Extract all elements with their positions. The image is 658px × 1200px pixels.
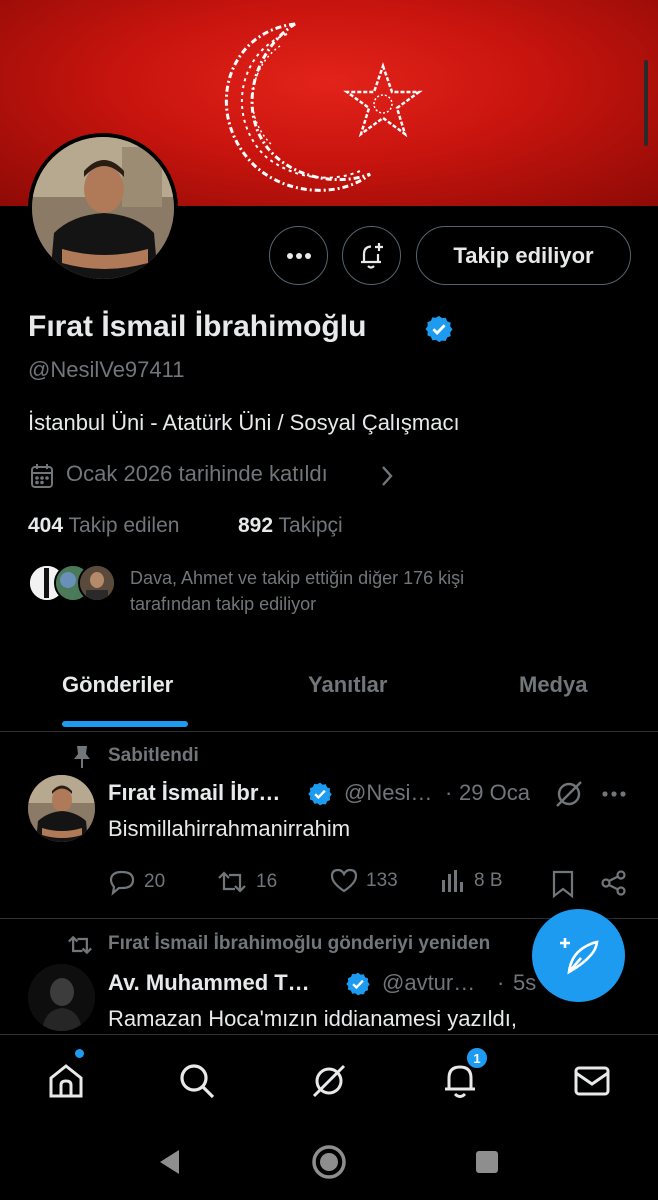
tab-replies[interactable]: Yanıtlar [308, 672, 387, 698]
nav-home[interactable] [44, 1059, 88, 1103]
notify-button[interactable] [342, 226, 401, 285]
home-unread-dot [75, 1049, 84, 1058]
post-author-handle[interactable]: @Nesi… [344, 780, 432, 806]
profile-tabs: Gönderiler Yanıtlar Medya [0, 650, 658, 732]
verified-badge-icon [346, 972, 370, 996]
scroll-indicator [644, 60, 648, 146]
post-author-avatar[interactable] [28, 964, 95, 1031]
reply-icon [109, 870, 135, 896]
more-horizontal-icon [286, 252, 311, 259]
followers-label: Takipçi [278, 514, 343, 537]
profile-bio: İstanbul Üni - Atatürk Üni / Sosyal Çalı… [28, 410, 460, 435]
more-horizontal-icon[interactable] [601, 790, 627, 798]
followers-stat[interactable]: 892 Takipçi [238, 514, 343, 538]
post-author-handle[interactable]: @avtur… [382, 970, 475, 996]
repost-icon [218, 871, 246, 893]
separator-dot: · [497, 970, 505, 995]
post-author-avatar[interactable] [28, 775, 95, 842]
pin-icon [74, 746, 90, 768]
reply-count: 20 [144, 871, 166, 892]
home-circle-icon[interactable] [311, 1144, 347, 1180]
pinned-label: Sabitlendi [108, 745, 199, 766]
compose-feather-plus-icon [559, 937, 599, 974]
post-text: Ramazan Hoca'mızın iddianamesi yazıldı, [108, 1006, 517, 1031]
repost-button[interactable]: 16 [216, 868, 277, 896]
views-chart-icon [442, 870, 463, 892]
repost-context[interactable]: Fırat İsmail İbrahimoğlu gönderiyi yenid… [108, 933, 490, 955]
joined-date[interactable]: Ocak 2026 tarihinde katıldı [66, 461, 328, 487]
followed-by-line1: Dava, Ahmet ve takip ettiğin diğer 176 k… [130, 568, 465, 588]
crescent-star-calligraphy-image [224, 22, 423, 192]
chevron-right-icon [382, 466, 393, 486]
following-button[interactable]: Takip ediliyor [416, 226, 631, 285]
tab-posts[interactable]: Gönderiler [62, 672, 173, 698]
notification-badge: 1 [466, 1047, 488, 1069]
grok-icon [312, 1064, 346, 1098]
share-icon[interactable] [600, 869, 628, 897]
profile-handle: @NesilVe97411 [28, 357, 185, 382]
system-navigation-bar [0, 1126, 658, 1200]
back-icon[interactable] [157, 1148, 183, 1176]
repost-icon [68, 935, 92, 955]
repost-count: 16 [256, 871, 278, 892]
followed-by-line2: tarafından takip ediliyor [130, 594, 317, 614]
bell-plus-icon [360, 242, 383, 269]
nav-search[interactable] [175, 1059, 219, 1103]
like-button[interactable]: 133 [330, 868, 398, 894]
post-text: Bismillahirrahmanirrahim [108, 816, 351, 841]
compose-button[interactable] [532, 909, 625, 1002]
nav-messages[interactable] [570, 1059, 614, 1103]
more-options-button[interactable] [269, 226, 328, 285]
nav-grok[interactable] [307, 1059, 351, 1103]
recents-icon[interactable] [474, 1149, 500, 1175]
like-count: 133 [366, 870, 398, 891]
views-button[interactable]: 8 B [440, 868, 503, 894]
active-tab-indicator [62, 721, 188, 727]
verified-badge-icon [425, 315, 453, 343]
following-count: 404 [28, 514, 64, 537]
post-author-name[interactable]: Av. Muhammed T… [108, 970, 310, 996]
following-stat[interactable]: 404 Takip edilen [28, 514, 179, 538]
followers-count: 892 [238, 514, 274, 537]
reply-button[interactable]: 20 [108, 868, 165, 896]
bottom-navigation [0, 1034, 658, 1126]
views-count: 8 B [474, 870, 503, 891]
bookmark-icon[interactable] [551, 870, 575, 898]
post-author-name[interactable]: Fırat İsmail İbr… [108, 780, 280, 806]
separator-dot: · [445, 780, 453, 805]
calendar-icon [31, 464, 53, 488]
home-icon [49, 1064, 83, 1098]
following-label: Takip edilen [68, 514, 180, 537]
search-icon [180, 1064, 215, 1099]
followed-by-text[interactable]: Dava, Ahmet ve takip ettiğin diğer 176 k… [130, 565, 550, 617]
post-time[interactable]: 5s [513, 970, 536, 996]
heart-icon [330, 868, 358, 893]
post-date[interactable]: 29 Oca [459, 780, 530, 806]
profile-name: Fırat İsmail İbrahimoğlu [28, 310, 367, 343]
grok-icon[interactable] [553, 778, 585, 810]
messages-icon [574, 1066, 610, 1096]
follower-avatar[interactable] [78, 564, 116, 602]
tab-media[interactable]: Medya [519, 672, 587, 698]
verified-badge-icon [308, 782, 332, 806]
profile-avatar[interactable] [28, 133, 178, 283]
